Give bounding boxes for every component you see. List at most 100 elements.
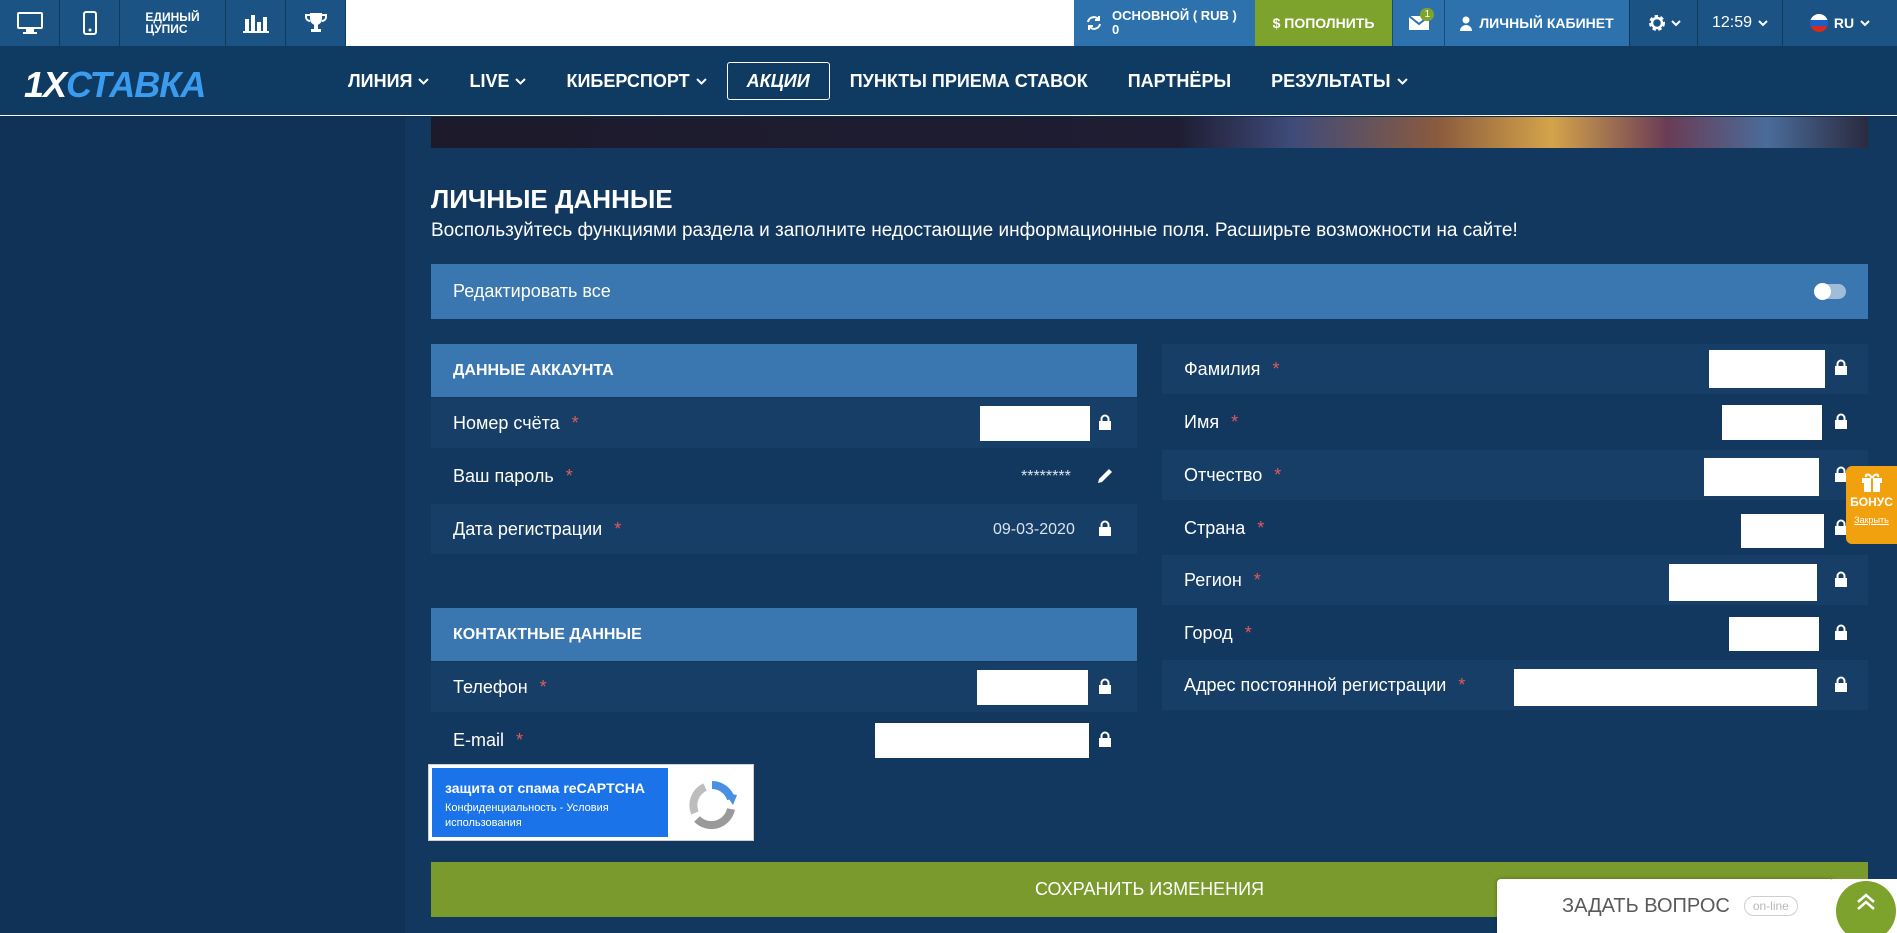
chevron-down-icon — [1670, 19, 1681, 26]
site-logo[interactable]: 1XСТАВКА — [24, 64, 206, 106]
settings-button[interactable] — [1629, 0, 1697, 46]
patronymic-row: Отчество * — [1162, 450, 1868, 500]
region-row: Регион * — [1162, 555, 1868, 605]
desktop-icon[interactable] — [0, 0, 60, 46]
ask-expand-button[interactable] — [1832, 879, 1897, 933]
password-value: ******** — [1021, 468, 1071, 485]
city-field — [1729, 617, 1819, 651]
required-mark: * — [1231, 411, 1239, 432]
email-label: E-mail — [453, 729, 505, 750]
lock-icon — [1099, 520, 1111, 536]
user-icon — [1460, 16, 1473, 31]
recaptcha-links[interactable]: Конфиденциальность - Условия использован… — [445, 801, 668, 831]
surname-field — [1709, 350, 1825, 388]
edit-all-label: Редактировать все — [453, 281, 611, 301]
chevron-down-icon — [695, 77, 707, 85]
edit-all-toggle[interactable] — [1814, 283, 1846, 300]
required-mark: * — [516, 729, 524, 750]
language-button[interactable]: RU — [1782, 0, 1897, 46]
nav-item-promotions[interactable]: АКЦИИ — [726, 62, 830, 100]
nav-item-betting-points[interactable]: ПУНКТЫ ПРИЕМА СТАВОК — [830, 62, 1108, 100]
gear-icon — [1648, 15, 1665, 31]
registration-date-label: Дата регистрации — [453, 518, 603, 539]
chevron-down-icon — [1860, 19, 1870, 26]
recaptcha-badge[interactable]: защита от спама reCAPTCHA Конфиденциальн… — [428, 764, 754, 841]
double-chevron-up-icon — [1857, 893, 1875, 910]
city-row: Город * — [1162, 608, 1868, 658]
ask-question-label: ЗАДАТЬ ВОПРОС — [1562, 894, 1730, 917]
country-field — [1741, 514, 1824, 548]
chevron-down-icon — [515, 77, 527, 85]
nav-item-line[interactable]: ЛИНИЯ — [328, 62, 449, 100]
online-status: on-line — [1743, 896, 1798, 916]
mail-button[interactable]: 1 — [1392, 0, 1444, 46]
cupis-line2: ЦУПИС — [145, 22, 188, 36]
balance-button[interactable]: ОСНОВНОЙ ( RUB ) 0 — [1074, 0, 1255, 46]
region-label: Регион — [1184, 569, 1242, 590]
required-mark: * — [1257, 517, 1265, 538]
name-label: Имя — [1184, 411, 1220, 432]
gift-icon — [1861, 473, 1882, 492]
lock-icon — [1835, 571, 1847, 587]
required-mark: * — [539, 676, 547, 697]
chevron-down-icon — [1396, 77, 1408, 85]
country-row: Страна * — [1162, 503, 1868, 553]
pencil-icon[interactable] — [1096, 467, 1114, 485]
region-field — [1669, 564, 1817, 601]
ask-question-widget[interactable]: ЗАДАТЬ ВОПРОС on-line — [1497, 879, 1834, 933]
name-field — [1722, 405, 1822, 440]
top-bar-blank — [346, 0, 1074, 46]
cupis-button[interactable]: ЕДИНЫЙ ЦУПИС — [120, 0, 226, 46]
page-title: ЛИЧНЫЕ ДАННЫЕ — [431, 184, 673, 214]
lock-icon — [1099, 731, 1111, 747]
nav-item-partners[interactable]: ПАРТНЁРЫ — [1108, 62, 1251, 100]
edit-all-bar: Редактировать все — [431, 264, 1868, 319]
required-mark: * — [1272, 358, 1280, 379]
required-mark: * — [614, 518, 622, 539]
recaptcha-title: защита от спама reCAPTCHA — [445, 780, 646, 796]
required-mark: * — [1244, 622, 1252, 643]
nav-item-results[interactable]: РЕЗУЛЬТАТЫ — [1251, 62, 1427, 100]
lock-icon — [1099, 678, 1111, 694]
nav-item-esports[interactable]: КИБЕРСПОРТ — [546, 62, 726, 100]
name-row: Имя * — [1162, 397, 1868, 447]
required-mark: * — [1274, 464, 1282, 485]
time-label: 12:59 — [1711, 14, 1753, 31]
deposit-button[interactable]: $ ПОПОЛНИТЬ — [1255, 0, 1392, 46]
bonus-widget[interactable]: БОНУС Закрыть — [1846, 466, 1897, 544]
address-row: Адрес постоянной регистрации * — [1162, 660, 1868, 710]
mail-badge: 1 — [1420, 8, 1434, 21]
country-label: Страна — [1184, 517, 1246, 538]
russia-flag-icon — [1809, 14, 1828, 32]
cabinet-button[interactable]: ЛИЧНЫЙ КАБИНЕТ — [1444, 0, 1629, 46]
phone-label: Телефон — [453, 676, 528, 697]
city-label: Город — [1184, 622, 1233, 643]
address-label: Адрес постоянной регистрации — [1184, 674, 1447, 695]
bonus-close-link[interactable]: Закрыть — [1854, 515, 1889, 525]
account-number-field — [980, 406, 1090, 441]
trophy-icon[interactable] — [286, 0, 346, 46]
surname-label: Фамилия — [1184, 358, 1261, 379]
balance-value: 0 — [1112, 22, 1120, 37]
promo-banner[interactable] — [431, 117, 1868, 148]
contact-section-header: КОНТАКТНЫЕ ДАННЫЕ — [431, 608, 1137, 661]
mobile-icon[interactable] — [60, 0, 120, 46]
time-button[interactable]: 12:59 — [1697, 0, 1782, 46]
stats-icon[interactable] — [226, 0, 286, 46]
cabinet-label: ЛИЧНЫЙ КАБИНЕТ — [1479, 15, 1614, 31]
nav-item-live[interactable]: LIVE — [449, 62, 546, 100]
password-row: Ваш пароль * ******** — [431, 451, 1137, 501]
account-number-label: Номер счёта — [453, 412, 560, 433]
surname-row: Фамилия * — [1162, 344, 1868, 394]
patronymic-label: Отчество — [1184, 464, 1263, 485]
phone-row: Телефон * — [431, 662, 1137, 712]
balance-label: ОСНОВНОЙ ( RUB ) — [1112, 8, 1237, 23]
required-mark: * — [565, 465, 573, 486]
registration-date-row: Дата регистрации * 09-03-2020 — [431, 504, 1137, 554]
account-number-row: Номер счёта * — [431, 398, 1137, 448]
top-bar: ЕДИНЫЙ ЦУПИС ОСНОВНОЙ ( RUB ) 0 $ ПОПОЛНИТ… — [0, 0, 1897, 46]
language-label: RU — [1833, 15, 1855, 31]
address-field — [1514, 669, 1817, 706]
lock-icon — [1099, 414, 1111, 430]
account-section-header: ДАННЫЕ АККАУНТА — [431, 344, 1137, 397]
